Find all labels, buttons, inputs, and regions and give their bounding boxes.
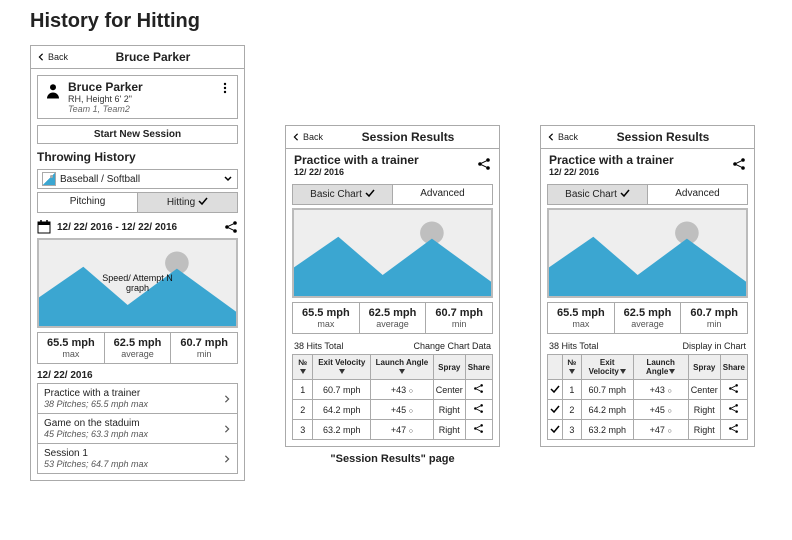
share-icon[interactable] [732, 157, 746, 171]
row-share-icon[interactable] [720, 400, 747, 420]
row-check-icon[interactable] [548, 420, 563, 440]
row-share-icon[interactable] [465, 400, 492, 420]
col-share: Share [465, 355, 492, 380]
tab-pitching[interactable]: Pitching [38, 193, 138, 212]
change-chart-link[interactable]: Change Chart Data [413, 341, 491, 351]
col-share: Share [720, 355, 747, 380]
table-row[interactable]: 160.7 mph+43 ○Center [548, 380, 748, 400]
session-row[interactable]: Game on the staduim45 Pitches; 63.3 mph … [37, 413, 238, 443]
col-exit-velocity[interactable]: Exit Velocity [581, 355, 633, 380]
share-icon[interactable] [477, 157, 491, 171]
activity-tabs: Pitching Hitting [37, 192, 238, 213]
col-spray[interactable]: Spray [688, 355, 720, 380]
share-icon[interactable] [224, 220, 238, 234]
back-button[interactable]: Back [292, 132, 323, 142]
hits-table: № Exit Velocity Launch Angle Spray Share… [292, 354, 493, 440]
page-title: History for Hitting [30, 10, 762, 33]
chart-area [547, 208, 748, 298]
col-launch-angle[interactable]: Launch Angle [633, 355, 688, 380]
row-share-icon[interactable] [465, 380, 492, 400]
sport-select[interactable]: Baseball / Softball [37, 169, 238, 189]
phone-results-2: Back Session Results Practice with a tra… [540, 125, 755, 447]
session-title: Practice with a trainer [286, 149, 499, 167]
player-name: Bruce Parker [68, 80, 143, 94]
image-icon [42, 172, 56, 186]
chart-label: Speed/ Attempt N graph [39, 274, 236, 294]
section-title: Throwing History [31, 148, 244, 166]
display-chart-link[interactable]: Display in Chart [682, 341, 746, 351]
table-row[interactable]: 264.2 mph+45 ○Right [293, 400, 493, 420]
session-row[interactable]: Session 153 Pitches; 64.7 mph max [37, 443, 238, 474]
nav-title: Session Results [323, 130, 493, 144]
person-icon [44, 82, 62, 100]
menu-dots-icon[interactable] [219, 82, 231, 94]
row-share-icon[interactable] [720, 380, 747, 400]
nav-title: Bruce Parker [68, 50, 238, 64]
table-row[interactable]: 363.2 mph+47 ○Right [548, 420, 748, 440]
session-date: 12/ 22/ 2016 [286, 167, 499, 181]
check-icon [620, 188, 630, 201]
phone-results-1: Back Session Results Practice with a tra… [285, 125, 500, 447]
nav-title: Session Results [578, 130, 748, 144]
row-check-icon[interactable] [548, 380, 563, 400]
row-check-icon[interactable] [548, 400, 563, 420]
check-icon [198, 196, 208, 209]
back-button[interactable]: Back [547, 132, 578, 142]
session-row[interactable]: Practice with a trainer38 Pitches; 65.5 … [37, 383, 238, 413]
tab-basic[interactable]: Basic Chart [548, 185, 648, 204]
col-spray[interactable]: Spray [433, 355, 465, 380]
check-icon [365, 188, 375, 201]
calendar-icon[interactable] [37, 220, 51, 234]
tab-basic[interactable]: Basic Chart [293, 185, 393, 204]
hits-table: № Exit Velocity Launch Angle Spray Share… [547, 354, 748, 440]
hits-total: 38 Hits Total [549, 341, 598, 351]
table-row[interactable]: 264.2 mph+45 ○Right [548, 400, 748, 420]
col-exit-velocity[interactable]: Exit Velocity [313, 355, 371, 380]
tab-advanced[interactable]: Advanced [648, 185, 747, 204]
col-n[interactable]: № [563, 355, 582, 380]
stats-row: 65.5 mphmax 62.5 mphaverage 60.7 mphmin [37, 332, 238, 364]
tab-advanced[interactable]: Advanced [393, 185, 492, 204]
table-row[interactable]: 160.7 mph+43 ○Center [293, 380, 493, 400]
start-session-button[interactable]: Start New Session [37, 125, 238, 144]
row-share-icon[interactable] [465, 420, 492, 440]
player-teams: Team 1, Team2 [68, 104, 143, 114]
phone-history: Back Bruce Parker Bruce Parker RH, Heigh… [30, 45, 245, 481]
date-header: 12/ 22/ 2016 [31, 368, 244, 383]
chevron-right-icon [223, 425, 231, 433]
tab-hitting[interactable]: Hitting [138, 193, 237, 212]
back-button[interactable]: Back [37, 52, 68, 62]
player-stats: RH, Height 6' 2" [68, 94, 143, 104]
row-share-icon[interactable] [720, 420, 747, 440]
hits-total: 38 Hits Total [294, 341, 343, 351]
col-launch-angle[interactable]: Launch Angle [371, 355, 434, 380]
chart-area: Speed/ Attempt N graph [37, 238, 238, 328]
chevron-right-icon [223, 455, 231, 463]
date-range: 12/ 22/ 2016 - 12/ 22/ 2016 [57, 222, 177, 233]
chart-tabs: Basic Chart Advanced [547, 184, 748, 205]
session-title: Practice with a trainer [541, 149, 754, 167]
table-row[interactable]: 363.2 mph+47 ○Right [293, 420, 493, 440]
session-date: 12/ 22/ 2016 [541, 167, 754, 181]
chart-area [292, 208, 493, 298]
col-n[interactable]: № [293, 355, 313, 380]
chart-tabs: Basic Chart Advanced [292, 184, 493, 205]
chevron-right-icon [223, 395, 231, 403]
caption: "Session Results" page [330, 453, 454, 465]
chevron-down-icon [223, 174, 233, 184]
